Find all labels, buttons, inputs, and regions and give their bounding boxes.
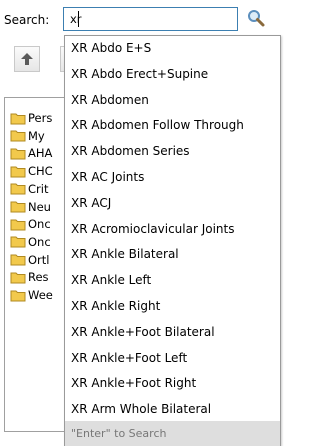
search-button[interactable] xyxy=(245,8,269,30)
search-label: Search: xyxy=(4,13,50,27)
suggestion-item[interactable]: XR Ankle+Foot Bilateral xyxy=(71,321,215,343)
text-caret xyxy=(78,11,79,27)
suggestion-item[interactable]: XR Ankle Left xyxy=(71,269,151,291)
folder-icon xyxy=(10,254,26,266)
suggestion-item[interactable]: XR Abdomen xyxy=(71,89,149,111)
tree-folder-label: My xyxy=(28,128,45,143)
tree-folder-label: Wee xyxy=(28,288,53,302)
suggestion-item[interactable]: XR Acromioclavicular Joints xyxy=(71,218,234,240)
suggestion-item[interactable]: XR Abdomen Follow Through xyxy=(71,114,244,136)
up-folder-button[interactable] xyxy=(14,46,40,72)
folder-icon xyxy=(10,166,26,178)
suggestion-item[interactable]: XR Abdo Erect+Supine xyxy=(71,63,208,85)
suggestion-item[interactable]: XR Ankle Right xyxy=(71,295,160,317)
magnifier-icon xyxy=(248,10,265,27)
folder-icon xyxy=(10,130,26,142)
up-arrow-icon xyxy=(21,53,33,65)
tree-folder-label: Ortl xyxy=(28,252,50,267)
folder-icon xyxy=(10,290,26,301)
search-suggestions: "Enter" to Search XR Abdo E+S XR Abdo Ere… xyxy=(64,35,281,446)
suggestion-item[interactable]: XR Ankle+Foot Left xyxy=(71,347,187,369)
tree-folder-label: Onc xyxy=(28,234,51,249)
suggestion-item[interactable]: XR Abdomen Series xyxy=(71,140,190,162)
tree-folder-label: Onc xyxy=(28,217,51,232)
tree-folder-label: AHA xyxy=(28,146,53,161)
folder-icon xyxy=(10,219,26,231)
suggestion-item[interactable]: XR ACJ xyxy=(71,192,111,214)
tree-folder-label: CHC xyxy=(28,164,53,179)
search-input[interactable] xyxy=(63,7,238,31)
suggestion-item[interactable]: XR AC Joints xyxy=(71,166,144,188)
folder-icon xyxy=(10,236,26,248)
suggestion-item[interactable]: XR Arm Whole Bilateral xyxy=(71,398,211,420)
suggestion-item[interactable]: XR Ankle+Foot Right xyxy=(71,372,196,394)
folder-icon xyxy=(10,272,26,284)
tree-folder-label: Res xyxy=(28,270,49,285)
suggestion-item[interactable]: XR Abdo E+S xyxy=(71,37,151,59)
folder-icon xyxy=(10,113,26,124)
enter-to-search-hint: "Enter" to Search xyxy=(65,421,280,446)
folder-icon xyxy=(10,183,26,195)
suggestion-item[interactable]: XR Ankle Bilateral xyxy=(71,243,179,265)
tree-folder-label: Pers xyxy=(28,111,53,125)
tree-folder-label: Neu xyxy=(28,199,51,214)
folder-icon xyxy=(10,201,26,213)
tree-folder-label: Crit xyxy=(28,181,49,196)
folder-icon xyxy=(10,148,26,160)
